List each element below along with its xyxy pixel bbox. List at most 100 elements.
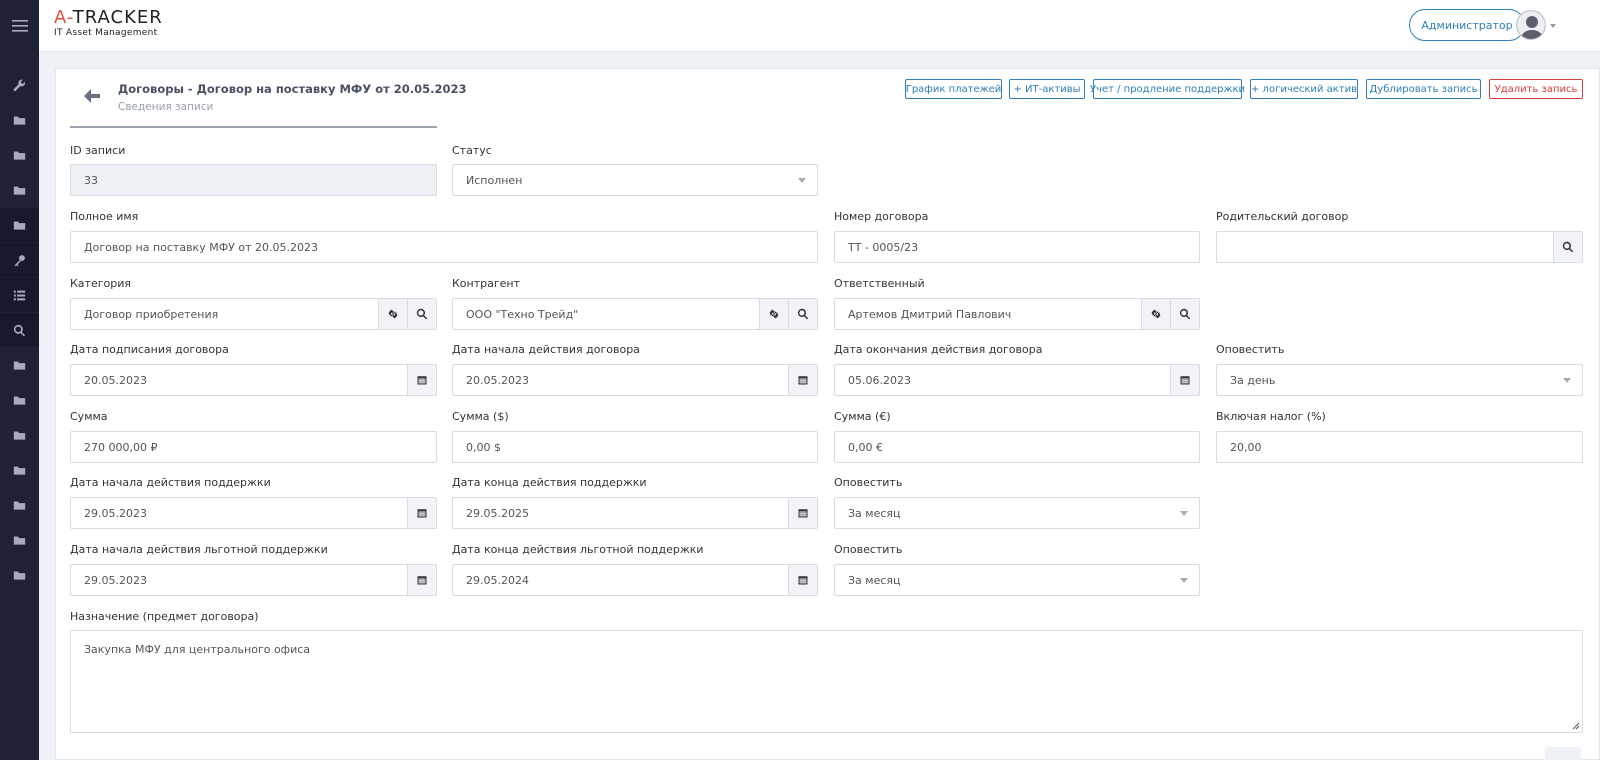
- user-role-button[interactable]: Администратор: [1409, 9, 1525, 41]
- calendar-icon: [1180, 376, 1190, 385]
- unlink-icon: [769, 309, 779, 319]
- sum-eur-input[interactable]: 0,00 €: [834, 431, 1200, 463]
- resize-handle-icon[interactable]: [1572, 722, 1580, 730]
- add-it-assets-button[interactable]: + ИТ-активы: [1009, 79, 1085, 99]
- status-select[interactable]: Исполнен: [452, 164, 818, 196]
- grace-end-calendar-button[interactable]: [788, 565, 817, 595]
- responsible-unlink-button[interactable]: [1141, 299, 1170, 329]
- notify-select-1[interactable]: За день: [1216, 364, 1583, 396]
- counterparty-search-button[interactable]: [788, 299, 817, 329]
- record-subtitle: Сведения записи: [118, 101, 214, 113]
- chevron-down-icon[interactable]: [1550, 24, 1556, 28]
- folder-icon: [13, 430, 26, 440]
- support-start-label: Дата начала действия поддержки: [70, 476, 271, 489]
- start-date-label: Дата начала действия договора: [452, 343, 640, 356]
- purpose-textarea[interactable]: Закупка МФУ для центрального офиса: [70, 630, 1583, 733]
- support-end-calendar-button[interactable]: [788, 498, 817, 528]
- grace-end-input[interactable]: 29.05.2024: [452, 564, 818, 596]
- folder-icon: [13, 185, 26, 195]
- support-start-calendar-button[interactable]: [407, 498, 436, 528]
- wrench-icon: [13, 79, 26, 91]
- record-title: Договоры - Договор на поставку МФУ от 20…: [118, 82, 467, 96]
- sidebar-item-search[interactable]: [0, 313, 39, 347]
- status-label: Статус: [452, 144, 492, 157]
- logo[interactable]: A-TRACKER IT Asset Management: [54, 7, 163, 39]
- search-icon: [416, 308, 428, 320]
- avatar[interactable]: [1516, 10, 1546, 40]
- counterparty-label: Контрагент: [452, 277, 521, 290]
- responsible-search-button[interactable]: [1170, 299, 1199, 329]
- search-icon: [1179, 308, 1191, 320]
- support-end-input[interactable]: 29.05.2025: [452, 497, 818, 529]
- support-renewal-button[interactable]: Учет / продление поддержки: [1090, 79, 1245, 99]
- logo-prefix: A-: [54, 7, 73, 28]
- folder-icon: [13, 115, 26, 125]
- full-name-input[interactable]: Договор на поставку МФУ от 20.05.2023: [70, 231, 818, 263]
- notify-select-2[interactable]: За месяц: [834, 497, 1200, 529]
- counterparty-input[interactable]: ООО "Техно Трейд": [452, 298, 818, 330]
- full-name-label: Полное имя: [70, 210, 139, 223]
- sign-date-input[interactable]: 20.05.2023: [70, 364, 437, 396]
- sum-rub-input[interactable]: 270 000,00 ₽: [70, 431, 437, 463]
- dropdown-caret-icon: [1180, 510, 1188, 516]
- sidebar-item-contracts[interactable]: [0, 208, 39, 242]
- sidebar-item-settings[interactable]: [0, 68, 39, 102]
- category-search-button[interactable]: [407, 299, 436, 329]
- record-id-field: 33: [70, 164, 437, 196]
- support-end-label: Дата конца действия поддержки: [452, 476, 647, 489]
- sidebar: [0, 0, 39, 760]
- category-unlink-button[interactable]: [378, 299, 407, 329]
- calendar-icon: [417, 509, 427, 518]
- duplicate-record-button[interactable]: Дублировать запись: [1366, 79, 1481, 99]
- folder-icon: [13, 395, 26, 405]
- scroll-top-button[interactable]: [1545, 747, 1581, 760]
- sidebar-item-folder-5[interactable]: [0, 383, 39, 417]
- sidebar-item-folder-7[interactable]: [0, 453, 39, 487]
- counterparty-unlink-button[interactable]: [759, 299, 788, 329]
- sidebar-item-licenses[interactable]: [0, 243, 39, 277]
- parent-contract-label: Родительский договор: [1216, 210, 1349, 223]
- menu-toggle[interactable]: [0, 0, 39, 52]
- contract-number-input[interactable]: ТТ - 0005/23: [834, 231, 1200, 263]
- search-icon: [1562, 241, 1574, 253]
- sidebar-item-folder-10[interactable]: [0, 558, 39, 592]
- sidebar-item-folder-1[interactable]: [0, 103, 39, 137]
- category-input[interactable]: Договор приобретения: [70, 298, 437, 330]
- notify-select-3[interactable]: За месяц: [834, 564, 1200, 596]
- folder-icon: [13, 220, 26, 230]
- sidebar-item-folder-4[interactable]: [0, 348, 39, 382]
- logo-name: TRACKER: [72, 7, 163, 28]
- start-date-calendar-button[interactable]: [788, 365, 817, 395]
- contract-number-label: Номер договора: [834, 210, 929, 223]
- sidebar-item-folder-8[interactable]: [0, 488, 39, 522]
- payment-schedule-button[interactable]: График платежей: [905, 79, 1002, 99]
- sidebar-item-folder-6[interactable]: [0, 418, 39, 452]
- delete-record-button[interactable]: Удалить запись: [1489, 79, 1583, 99]
- sidebar-item-folder-9[interactable]: [0, 523, 39, 557]
- sum-usd-input[interactable]: 0,00 $: [452, 431, 818, 463]
- menu-icon[interactable]: [11, 20, 28, 32]
- parent-contract-search-button[interactable]: [1553, 232, 1582, 262]
- calendar-icon: [798, 509, 808, 518]
- add-logical-asset-button[interactable]: + логический актив: [1250, 79, 1358, 99]
- parent-contract-input[interactable]: [1216, 231, 1583, 263]
- list-icon: [13, 290, 26, 300]
- start-date-input[interactable]: 20.05.2023: [452, 364, 818, 396]
- end-date-calendar-button[interactable]: [1170, 365, 1199, 395]
- back-arrow-icon[interactable]: [82, 86, 102, 106]
- sidebar-item-folder-2[interactable]: [0, 138, 39, 172]
- notify-label-2: Оповестить: [834, 476, 903, 489]
- responsible-input[interactable]: Артемов Дмитрий Павлович: [834, 298, 1200, 330]
- tax-input[interactable]: 20,00: [1216, 431, 1583, 463]
- support-start-input[interactable]: 29.05.2023: [70, 497, 437, 529]
- sidebar-item-lists[interactable]: [0, 278, 39, 312]
- unlink-icon: [1151, 309, 1161, 319]
- notify-label-1: Оповестить: [1216, 343, 1285, 356]
- sidebar-item-folder-3[interactable]: [0, 173, 39, 207]
- grace-start-input[interactable]: 29.05.2023: [70, 564, 437, 596]
- search-icon: [13, 324, 26, 336]
- grace-start-calendar-button[interactable]: [407, 565, 436, 595]
- sign-date-calendar-button[interactable]: [407, 365, 436, 395]
- end-date-input[interactable]: 05.06.2023: [834, 364, 1200, 396]
- sum-eur-label: Сумма (€): [834, 410, 891, 423]
